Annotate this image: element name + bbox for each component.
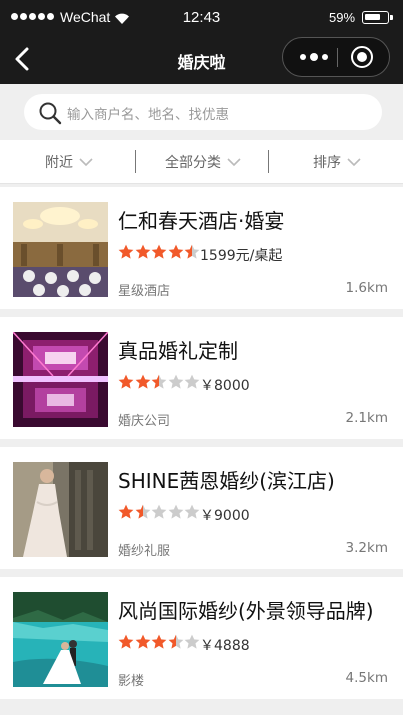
star-icon [151,374,167,389]
star-icon [118,504,134,519]
more-button[interactable] [293,38,335,76]
filter-divider [135,150,136,173]
listing-card[interactable]: 风尚国际婚纱(外景领导品牌) ￥4888 影楼 4.5km [0,577,403,699]
star-icon [151,504,167,519]
chevron-down-icon [347,157,361,166]
capsule-divider [337,48,338,67]
search-icon [38,101,62,129]
filter-divider [268,150,269,173]
listing-card[interactable]: 仁和春天酒店·婚宴 1599元/桌起 星级酒店 1.6km [0,187,403,309]
listing-category: 星级酒店 [118,284,171,299]
listing-category: 婚庆公司 [118,414,171,429]
header: WeChat 12:43 59% 婚庆啦 [0,0,403,84]
listing-price: ￥8000 [200,378,250,394]
search-input[interactable]: 输入商户名、地名、找优惠 [24,94,382,130]
listing-distance: 3.2km [345,540,388,556]
chevron-down-icon [79,157,93,166]
star-icon [118,244,134,259]
star-icon [151,634,167,649]
target-icon [357,52,367,62]
star-icon [184,374,200,389]
filter-label: 附近 [45,155,73,171]
listing-price: ￥4888 [200,638,250,654]
star-icon [118,374,134,389]
star-icon [135,374,150,389]
star-rating [118,634,201,650]
search-area: 输入商户名、地名、找优惠 [0,84,403,140]
filter-label: 全部分类 [165,155,221,171]
star-rating [118,374,201,390]
mini-program-capsule [282,37,390,77]
star-icon [168,634,183,649]
star-icon [168,374,183,389]
star-icon [135,634,150,649]
listing-card[interactable]: 真品婚礼定制 ￥8000 婚庆公司 2.1km [0,317,403,439]
listing-price: ￥9000 [200,508,250,524]
listing-photo [13,462,108,557]
listing-photo [13,592,108,687]
close-button[interactable] [351,46,373,68]
star-rating [118,244,201,260]
star-icon [151,244,167,259]
battery-icon [362,11,393,24]
filter-sort[interactable]: 排序 [313,140,361,184]
search-placeholder: 输入商户名、地名、找优惠 [67,107,229,123]
listing-photo [13,202,108,297]
listing-card[interactable]: SHINE茜恩婚纱(滨江店) ￥9000 婚纱礼服 3.2km [0,447,403,569]
listing-name: 风尚国际婚纱(外景领导品牌) [118,599,374,623]
listing-distance: 1.6km [345,280,388,296]
star-icon [135,504,150,519]
filter-category[interactable]: 全部分类 [165,140,241,184]
star-icon [168,244,183,259]
listing-name: 真品婚礼定制 [118,339,238,363]
status-bar: WeChat 12:43 59% [0,0,403,36]
listing-category: 婚纱礼服 [118,544,171,559]
filter-nearby[interactable]: 附近 [45,140,93,184]
filter-label: 排序 [313,155,341,171]
listing-category: 影楼 [118,674,145,689]
star-icon [118,634,134,649]
star-icon [184,244,200,259]
filter-bar: 附近 全部分类 排序 [0,140,403,184]
chevron-down-icon [227,157,241,166]
star-rating [118,504,201,520]
star-icon [168,504,183,519]
battery-percent: 59% [329,10,356,25]
listing-name: SHINE茜恩婚纱(滨江店) [118,469,335,493]
listing-name: 仁和春天酒店·婚宴 [118,209,285,233]
listing-price: 1599元/桌起 [200,248,283,264]
listing-photo [13,332,108,427]
star-icon [135,244,150,259]
star-icon [184,634,200,649]
star-icon [184,504,200,519]
listing-distance: 2.1km [345,410,388,426]
listing-distance: 4.5km [345,670,388,686]
